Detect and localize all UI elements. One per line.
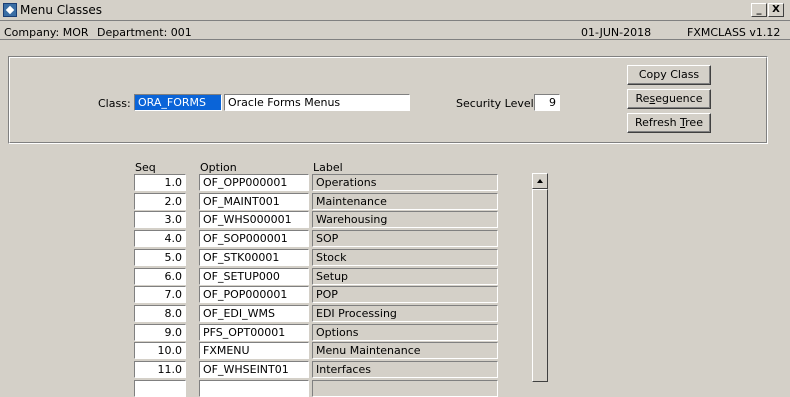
option-cell[interactable]: OF_SETUP000: [199, 268, 309, 285]
context-header: Company: MOR Department: 001 01-JUN-2018…: [0, 22, 790, 40]
option-column-header: Option: [200, 161, 237, 174]
company-label: Company: MOR: [4, 26, 89, 39]
scroll-up-arrow-icon[interactable]: [532, 173, 548, 189]
option-cell[interactable]: OF_MAINT001: [199, 193, 309, 210]
seq-cell[interactable]: 5.0: [134, 249, 186, 266]
label-cell[interactable]: Options: [312, 324, 498, 341]
resequence-button[interactable]: Reseguence: [627, 89, 711, 109]
refresh-tree-button[interactable]: Refresh Tree: [627, 113, 711, 133]
label-cell[interactable]: Stock: [312, 249, 498, 266]
option-cell[interactable]: OF_WHSEINT01: [199, 361, 309, 378]
class-label: Class:: [98, 97, 131, 110]
option-cell[interactable]: [199, 380, 309, 397]
label-cell[interactable]: POP: [312, 286, 498, 303]
seq-cell[interactable]: [134, 380, 186, 397]
seq-column-header: Seq: [135, 161, 156, 174]
option-cell[interactable]: OF_WHS000001: [199, 211, 309, 228]
label-cell[interactable]: Setup: [312, 268, 498, 285]
seq-cell[interactable]: 6.0: [134, 268, 186, 285]
label-cell[interactable]: Maintenance: [312, 193, 498, 210]
label-cell[interactable]: SOP: [312, 230, 498, 247]
option-cell[interactable]: OF_POP000001: [199, 286, 309, 303]
scroll-thumb[interactable]: [532, 189, 548, 382]
date-label: 01-JUN-2018: [581, 26, 652, 39]
title-bar: Menu Classes _ X: [0, 0, 790, 21]
option-cell[interactable]: PFS_OPT00001: [199, 324, 309, 341]
security-level-field[interactable]: 9: [534, 94, 560, 111]
option-cell[interactable]: OF_EDI_WMS: [199, 305, 309, 322]
class-description-field[interactable]: Oracle Forms Menus: [224, 94, 410, 111]
label-cell[interactable]: Menu Maintenance: [312, 342, 498, 359]
seq-cell[interactable]: 11.0: [134, 361, 186, 378]
seq-cell[interactable]: 4.0: [134, 230, 186, 247]
label-cell[interactable]: Interfaces: [312, 361, 498, 378]
label-column-header: Label: [313, 161, 343, 174]
vertical-scrollbar[interactable]: [532, 173, 548, 382]
class-code-field[interactable]: ORA_FORMS: [134, 94, 222, 111]
label-cell[interactable]: EDI Processing: [312, 305, 498, 322]
seq-cell[interactable]: 8.0: [134, 305, 186, 322]
form-version-label: FXMCLASS v1.12: [687, 26, 781, 39]
seq-cell[interactable]: 1.0: [134, 174, 186, 191]
option-cell[interactable]: OF_SOP000001: [199, 230, 309, 247]
department-label: Department: 001: [97, 26, 192, 39]
seq-cell[interactable]: 3.0: [134, 211, 186, 228]
minimize-button[interactable]: _: [751, 3, 767, 17]
close-button[interactable]: X: [768, 3, 784, 17]
security-level-label: Security Level:: [456, 97, 538, 110]
copy-class-button[interactable]: Copy Class: [627, 65, 711, 85]
option-cell[interactable]: FXMENU: [199, 342, 309, 359]
oracle-forms-app-icon: [3, 3, 17, 17]
option-cell[interactable]: OF_STK00001: [199, 249, 309, 266]
option-cell[interactable]: OF_OPP000001: [199, 174, 309, 191]
seq-cell[interactable]: 9.0: [134, 324, 186, 341]
seq-cell[interactable]: 2.0: [134, 193, 186, 210]
seq-cell[interactable]: 10.0: [134, 342, 186, 359]
label-cell[interactable]: Operations: [312, 174, 498, 191]
label-cell[interactable]: Warehousing: [312, 211, 498, 228]
label-cell[interactable]: [312, 380, 498, 397]
window-title: Menu Classes: [20, 3, 102, 17]
seq-cell[interactable]: 7.0: [134, 286, 186, 303]
